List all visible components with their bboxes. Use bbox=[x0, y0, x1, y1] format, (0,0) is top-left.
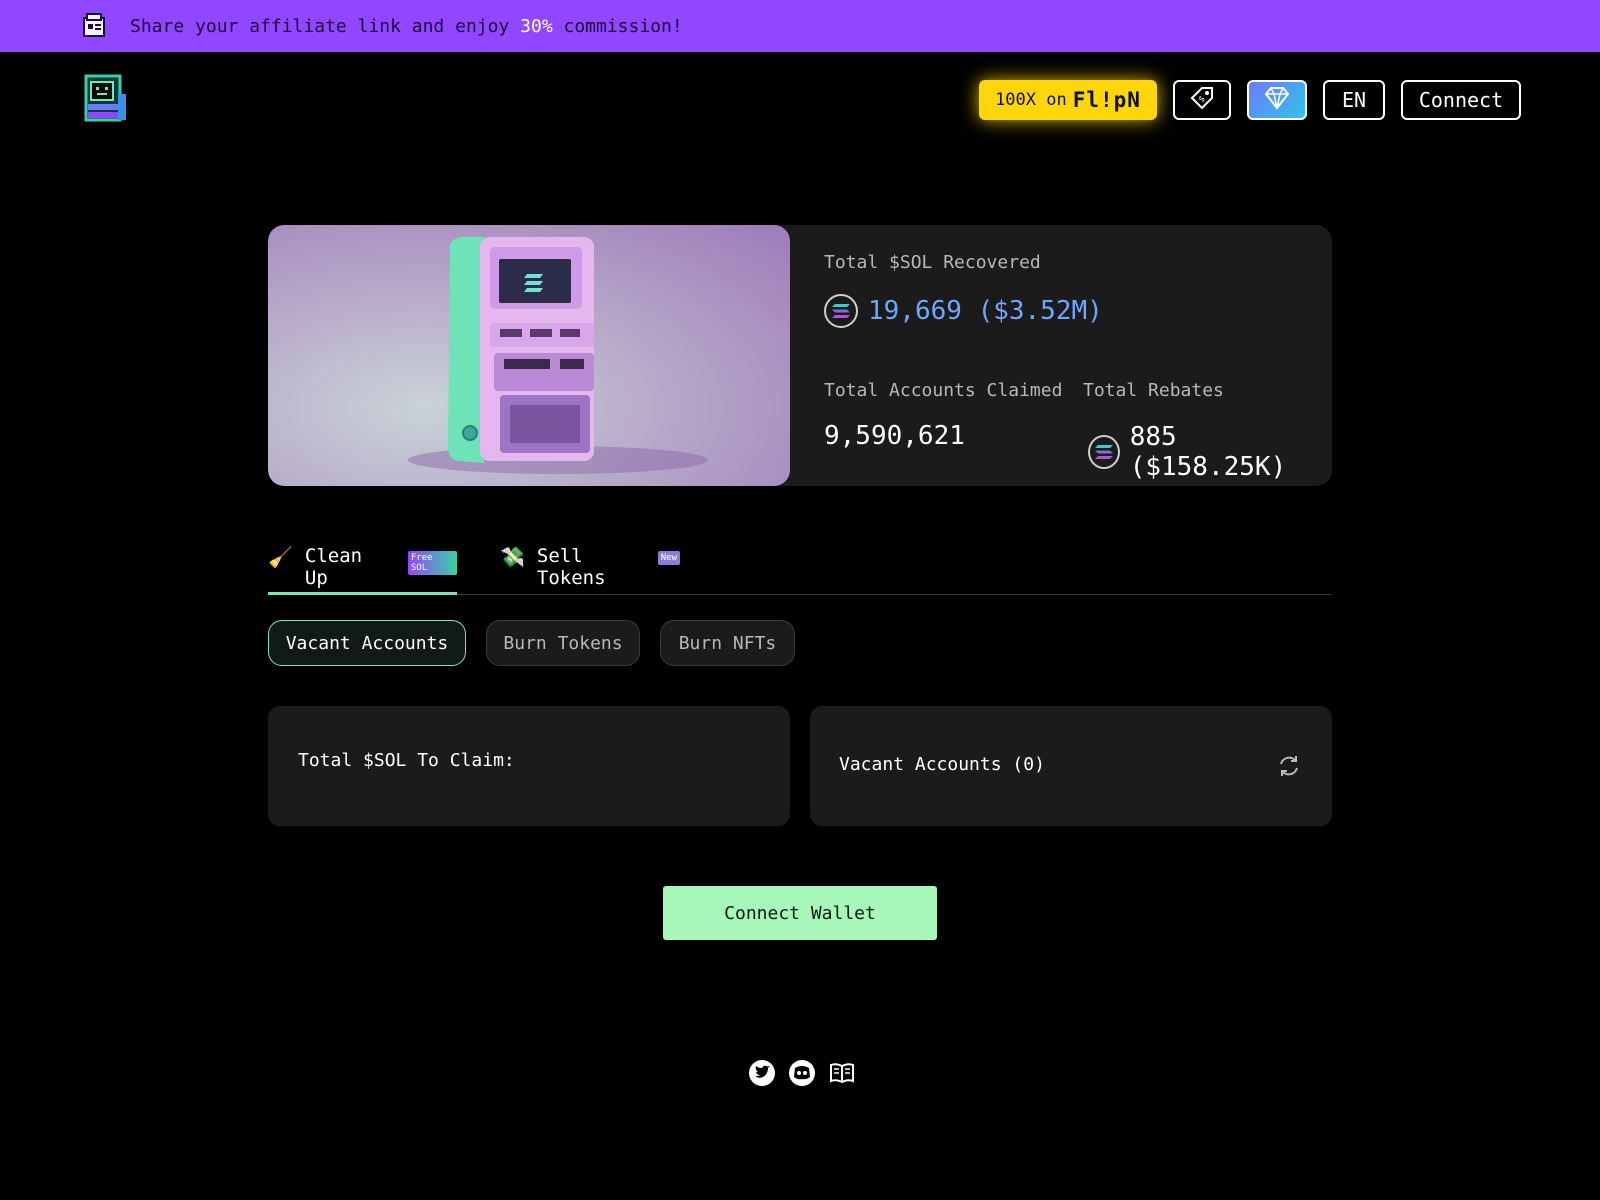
subtab-burn-tokens[interactable]: Burn Tokens bbox=[486, 620, 640, 666]
docs-book-icon[interactable] bbox=[828, 1059, 856, 1087]
affiliate-box-icon bbox=[80, 12, 108, 40]
claim-panel: Total $SOL To Claim: bbox=[268, 706, 790, 826]
free-sol-badge: Free SOL bbox=[407, 551, 457, 575]
new-badge: New bbox=[657, 551, 680, 565]
rebates-value: 885 ($158.25K) bbox=[1088, 422, 1332, 482]
language-button[interactable]: EN bbox=[1323, 80, 1385, 120]
tab-label: Clean Up bbox=[304, 545, 363, 589]
connect-button[interactable]: Connect bbox=[1401, 80, 1521, 120]
refresh-icon[interactable] bbox=[1276, 753, 1302, 779]
rebates-label: Total Rebates bbox=[1083, 380, 1224, 401]
vacant-accounts-panel: Vacant Accounts (0) bbox=[810, 706, 1332, 826]
accounts-claimed-label: Total Accounts Claimed bbox=[824, 380, 1063, 401]
connect-wallet-button[interactable]: Connect Wallet bbox=[663, 886, 937, 940]
recovered-label: Total $SOL Recovered bbox=[824, 252, 1041, 273]
footer-links bbox=[748, 1059, 856, 1087]
tab-sell-tokens[interactable]: 💸 Sell Tokens New bbox=[500, 545, 680, 595]
recovered-value: 19,669 ($3.52M) bbox=[824, 294, 1103, 328]
subtab-vacant-accounts[interactable]: Vacant Accounts bbox=[268, 620, 466, 666]
twitter-icon[interactable] bbox=[748, 1059, 776, 1087]
price-tag-icon: $ bbox=[1188, 84, 1216, 117]
tab-clean-up[interactable]: 🧹 Clean Up Free SOL bbox=[268, 545, 457, 595]
affiliate-text: Share your affiliate link and enjoy 30% … bbox=[130, 15, 683, 37]
solana-coin-icon bbox=[824, 294, 858, 328]
svg-text:$: $ bbox=[1197, 93, 1207, 103]
discord-icon[interactable] bbox=[788, 1059, 816, 1087]
accounts-claimed-value: 9,590,621 bbox=[824, 421, 965, 451]
money-icon: 💸 bbox=[500, 545, 525, 569]
flip-promo-button[interactable]: 100X on Fl!pN bbox=[979, 80, 1157, 120]
price-tag-button[interactable]: $ bbox=[1173, 80, 1231, 120]
claim-label: Total $SOL To Claim: bbox=[298, 750, 515, 771]
broom-icon: 🧹 bbox=[268, 545, 293, 569]
arcade-machine-logo[interactable] bbox=[80, 74, 128, 122]
main-tabs: 🧹 Clean Up Free SOL 💸 Sell Tokens New bbox=[268, 545, 1332, 595]
affiliate-banner[interactable]: Share your affiliate link and enjoy 30% … bbox=[0, 0, 1600, 52]
diamond-button[interactable] bbox=[1247, 80, 1307, 120]
diamond-icon bbox=[1263, 85, 1291, 116]
solana-coin-icon bbox=[1088, 435, 1120, 469]
tab-label: Sell Tokens bbox=[536, 545, 606, 589]
atm-hero-image bbox=[268, 225, 790, 486]
stats-card: Total $SOL Recovered 19,669 ($3.52M) Tot… bbox=[268, 225, 1332, 486]
subtab-burn-nfts[interactable]: Burn NFTs bbox=[660, 620, 795, 666]
vacant-accounts-label: Vacant Accounts (0) bbox=[839, 754, 1045, 775]
